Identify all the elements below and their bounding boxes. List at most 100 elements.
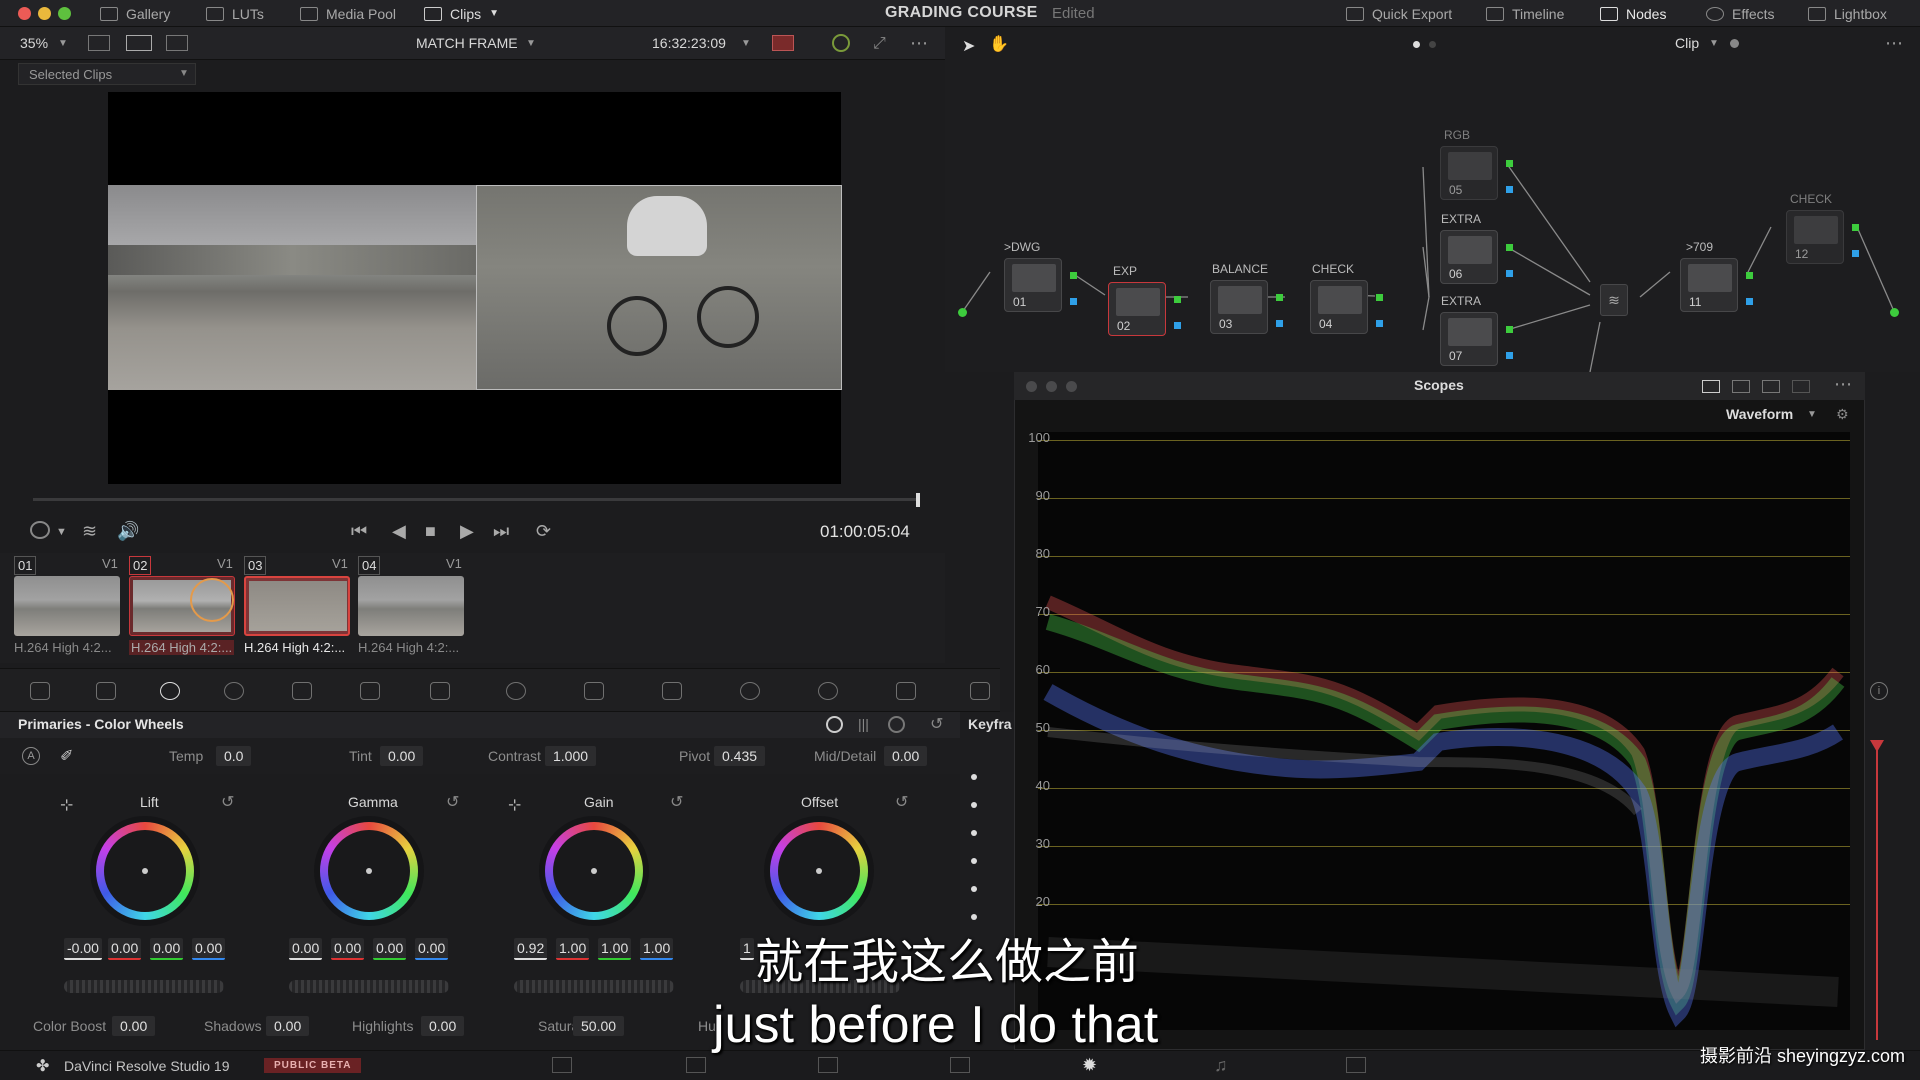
keyframe-dot[interactable] bbox=[971, 886, 977, 892]
node-rgb-out[interactable] bbox=[1070, 272, 1077, 279]
gain-g[interactable]: 1.00 bbox=[598, 938, 632, 960]
node-rgb-out[interactable] bbox=[1376, 294, 1383, 301]
loop-icon[interactable]: ⟳ bbox=[536, 521, 551, 542]
scope-min-dot[interactable] bbox=[1046, 381, 1057, 392]
stop-icon[interactable]: ■ bbox=[425, 521, 436, 542]
node-key-out[interactable] bbox=[1746, 298, 1753, 305]
gain-jog-wheel[interactable] bbox=[514, 980, 674, 993]
node-rgb-out[interactable] bbox=[1746, 272, 1753, 279]
curves-icon[interactable] bbox=[430, 682, 450, 700]
wheels-mode-icon[interactable] bbox=[826, 716, 843, 733]
gamma-y[interactable]: 0.00 bbox=[289, 938, 323, 960]
node-11[interactable]: 11 bbox=[1680, 258, 1738, 312]
gamma-r[interactable]: 0.00 bbox=[331, 938, 365, 960]
gamma-jog-wheel[interactable] bbox=[289, 980, 449, 993]
bars-mode-icon[interactable]: ||| bbox=[858, 716, 869, 732]
node-rgb-out[interactable] bbox=[1506, 160, 1513, 167]
node-rgb-out[interactable] bbox=[1174, 296, 1181, 303]
match-frame-dropdown[interactable]: MATCH FRAME bbox=[416, 35, 518, 51]
edit-page-icon[interactable] bbox=[818, 1057, 838, 1073]
gamma-g[interactable]: 0.00 bbox=[373, 938, 407, 960]
rgb-mixer-icon[interactable] bbox=[292, 682, 312, 700]
deliver-page-icon[interactable] bbox=[1346, 1057, 1366, 1073]
crosshair-icon[interactable]: ⊹ bbox=[60, 795, 73, 815]
clip-thumbnail-04[interactable] bbox=[358, 576, 464, 636]
split-viewer-icon[interactable] bbox=[126, 35, 152, 51]
node-key-out[interactable] bbox=[1506, 270, 1513, 277]
minimize-window-button[interactable] bbox=[38, 7, 51, 20]
highlight-icon[interactable] bbox=[832, 34, 850, 52]
node-12[interactable]: 12 bbox=[1786, 210, 1844, 264]
tint-field[interactable]: 0.00 bbox=[380, 746, 424, 766]
reset-icon[interactable]: ↺ bbox=[670, 792, 683, 812]
quick-export-button[interactable]: Quick Export bbox=[1346, 0, 1452, 27]
info-icon[interactable]: i bbox=[1870, 682, 1888, 700]
lift-r[interactable]: 0.00 bbox=[108, 938, 142, 960]
node-05[interactable]: 05 bbox=[1440, 146, 1498, 200]
color-wheels-icon[interactable] bbox=[160, 682, 180, 700]
node-key-out[interactable] bbox=[1506, 352, 1513, 359]
layers-icon[interactable]: ≋ bbox=[82, 521, 97, 542]
single-scope-icon[interactable] bbox=[1702, 380, 1720, 393]
node-key-out[interactable] bbox=[1070, 298, 1077, 305]
node-output-dot[interactable] bbox=[1890, 308, 1899, 317]
volume-icon[interactable]: 🔊 bbox=[117, 521, 139, 542]
log-mode-icon[interactable] bbox=[888, 716, 905, 733]
playhead[interactable] bbox=[916, 493, 920, 507]
node-key-out[interactable] bbox=[1174, 322, 1181, 329]
blur-icon[interactable] bbox=[896, 682, 916, 700]
lift-jog-wheel[interactable] bbox=[64, 980, 224, 993]
gain-b[interactable]: 1.00 bbox=[640, 938, 674, 960]
more-options-icon[interactable]: ⋯ bbox=[910, 33, 928, 54]
clip-thumbnail-02[interactable] bbox=[129, 576, 235, 636]
wipe-icon[interactable] bbox=[772, 35, 794, 51]
node-key-out[interactable] bbox=[1376, 320, 1383, 327]
keyframe-dot[interactable] bbox=[971, 858, 977, 864]
color-boost-field[interactable]: 0.00 bbox=[112, 1016, 156, 1036]
tracker-icon[interactable] bbox=[740, 682, 760, 700]
gain-r[interactable]: 1.00 bbox=[556, 938, 590, 960]
quad-scope-icon[interactable] bbox=[1762, 380, 1780, 393]
motion-effects-icon[interactable] bbox=[360, 682, 380, 700]
luts-button[interactable]: LUTs bbox=[206, 0, 264, 27]
color-match-icon[interactable] bbox=[96, 682, 116, 700]
lift-wheel[interactable] bbox=[96, 822, 194, 920]
timeline-button[interactable]: Timeline bbox=[1486, 0, 1564, 27]
reset-icon[interactable]: ↺ bbox=[895, 792, 908, 812]
playback-scrubber[interactable] bbox=[33, 498, 919, 501]
fairlight-page-icon[interactable]: ♫ bbox=[1214, 1055, 1228, 1076]
reset-icon[interactable]: ↺ bbox=[446, 792, 459, 812]
keyframe-dot[interactable] bbox=[971, 830, 977, 836]
crosshair-icon[interactable]: ⊹ bbox=[508, 795, 521, 815]
media-page-icon[interactable] bbox=[552, 1057, 572, 1073]
dual-scope-icon[interactable] bbox=[1732, 380, 1750, 393]
scope-type-dropdown[interactable]: Waveform bbox=[1726, 406, 1793, 422]
node-02[interactable]: 02 bbox=[1108, 282, 1166, 336]
clip-thumbnail-03[interactable] bbox=[244, 576, 350, 636]
gallery-button[interactable]: Gallery bbox=[100, 0, 170, 27]
color-warper-icon[interactable] bbox=[506, 682, 526, 700]
media-pool-button[interactable]: Media Pool bbox=[300, 0, 396, 27]
layer-mixer-node[interactable]: ≋ bbox=[1600, 284, 1628, 316]
single-viewer-icon[interactable] bbox=[88, 35, 110, 51]
lightbox-button[interactable]: Lightbox bbox=[1808, 0, 1887, 27]
effects-button[interactable]: Effects bbox=[1706, 0, 1775, 27]
mid-detail-field[interactable]: 0.00 bbox=[884, 746, 928, 766]
step-back-icon[interactable]: ◀ bbox=[392, 521, 406, 542]
saturation-field[interactable]: 50.00 bbox=[573, 1016, 625, 1036]
node-01[interactable]: 01 bbox=[1004, 258, 1062, 312]
node-rgb-out[interactable] bbox=[1506, 244, 1513, 251]
pivot-field[interactable]: 0.435 bbox=[714, 746, 766, 766]
lift-g[interactable]: 0.00 bbox=[150, 938, 184, 960]
camera-raw-icon[interactable] bbox=[30, 682, 50, 700]
scope-max-dot[interactable] bbox=[1066, 381, 1077, 392]
node-key-out[interactable] bbox=[1506, 186, 1513, 193]
fusion-page-icon[interactable] bbox=[950, 1057, 970, 1073]
offset-y[interactable]: 1 bbox=[740, 938, 754, 960]
scope-settings-icon[interactable]: ⚙ bbox=[1836, 406, 1849, 423]
node-rgb-out[interactable] bbox=[1276, 294, 1283, 301]
gain-wheel[interactable] bbox=[545, 822, 643, 920]
node-07[interactable]: 07 bbox=[1440, 312, 1498, 366]
more-options-icon[interactable]: ⋯ bbox=[1834, 374, 1852, 395]
node-rgb-out[interactable] bbox=[1506, 326, 1513, 333]
